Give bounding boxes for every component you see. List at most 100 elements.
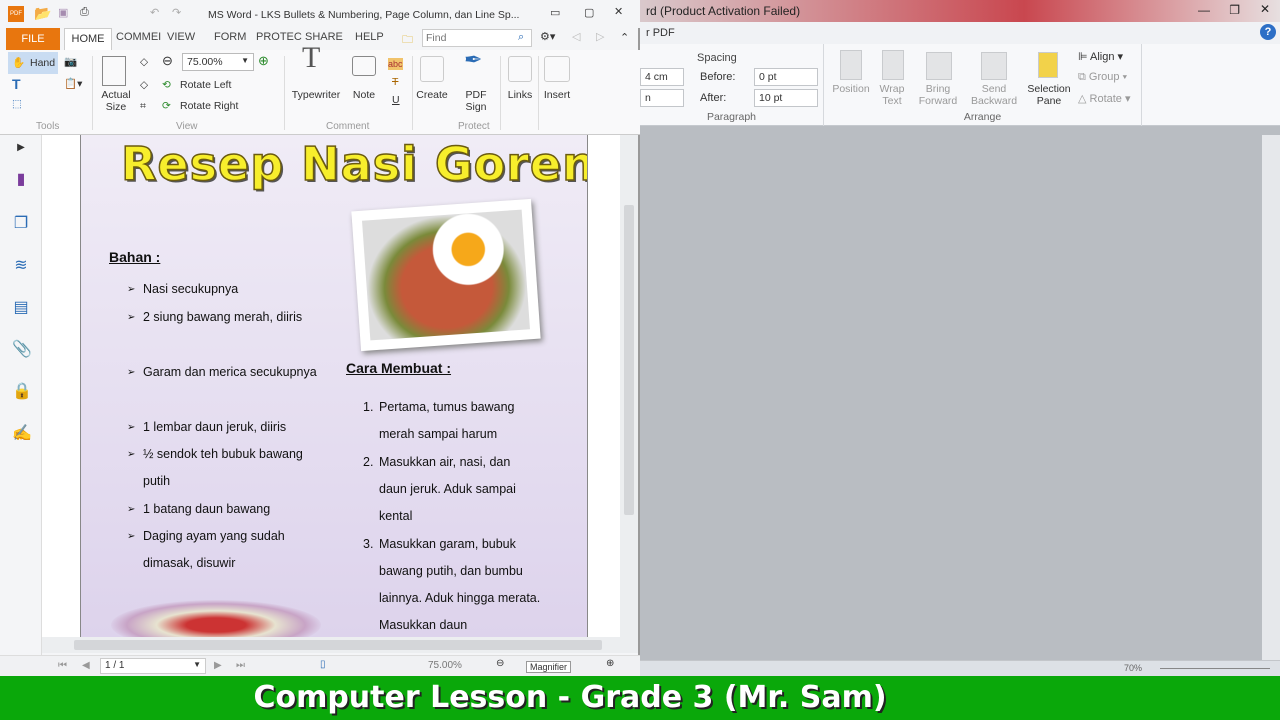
save-icon[interactable]: ▣ [58, 6, 68, 19]
zoom-in-icon[interactable]: ⊕ [258, 54, 269, 67]
find-folder-icon[interactable]: 🗀 [402, 31, 413, 50]
selection-pane-icon [1038, 52, 1058, 78]
word-vertical-scrollbar[interactable] [1262, 135, 1280, 660]
security-lock-icon[interactable]: 🔒 [12, 383, 32, 401]
tab-help[interactable]: HELP [355, 31, 384, 43]
signature-icon[interactable]: ✍ [12, 425, 32, 443]
open-icon[interactable]: 📂 [34, 5, 51, 22]
snapshot-icon[interactable]: 📷 [64, 56, 77, 68]
ingredients-photo [111, 600, 321, 637]
search-icon[interactable]: ⌕ [518, 31, 524, 44]
rotate-left-button[interactable]: Rotate Left [180, 79, 231, 91]
page-number: 1 / 1 [105, 660, 125, 671]
tab-view[interactable]: VIEW [167, 31, 195, 43]
pages-icon[interactable]: ❐ [12, 215, 30, 233]
page-number-input[interactable]: 1 / 1 ▼ [100, 658, 206, 674]
next-page-icon[interactable]: ▶ [214, 660, 222, 671]
close-button[interactable]: ✕ [614, 5, 623, 18]
note-button[interactable]: Note [350, 89, 378, 101]
last-page-icon[interactable]: ⏭ [236, 660, 245, 671]
tab-protect[interactable]: PROTEC [256, 31, 302, 43]
hand-label: Hand [30, 57, 56, 69]
undo-icon[interactable]: ↶ [150, 6, 159, 19]
ingredient-item: ➢ ½ sendok teh bubuk bawang putih [127, 447, 303, 488]
first-page-icon[interactable]: ⏮ [58, 660, 67, 671]
comments-icon[interactable]: ▤ [12, 299, 30, 317]
status-zoom-out-icon[interactable]: ⊖ [496, 658, 504, 669]
ingredient-item: ➢ 1 lembar daun jeruk, diiris [127, 420, 287, 434]
create-button[interactable]: Create [414, 89, 450, 101]
fit-visible-icon[interactable]: ⌗ [140, 100, 146, 112]
highlight-icon[interactable]: abc [388, 58, 403, 70]
bookmark-icon[interactable]: ▮ [12, 171, 30, 189]
spacing-after-input[interactable]: 10 pt [754, 89, 818, 107]
find-input[interactable] [422, 29, 532, 47]
h-scroll-thumb[interactable] [74, 640, 602, 650]
tab-home[interactable]: HOME [64, 28, 112, 50]
send-backward-button[interactable]: Send Backward [966, 83, 1022, 107]
wrap-text-button[interactable]: Wrap Text [872, 83, 912, 107]
restore-button[interactable]: ▢ [584, 6, 594, 19]
step-item: 2. Masukkan air, nasi, dan daun jeruk. Ad… [363, 455, 516, 523]
previous-page-icon[interactable]: ◀ [82, 660, 90, 671]
zoom-select[interactable]: 75.00% ▼ [182, 53, 254, 71]
horizontal-scrollbar[interactable] [42, 637, 638, 653]
rotate-right-button[interactable]: Rotate Right [180, 100, 238, 112]
vertical-scrollbar[interactable] [620, 135, 638, 637]
bring-forward-button[interactable]: Bring Forward [914, 83, 962, 107]
gear-icon[interactable]: ⚙▾ [540, 30, 555, 43]
previous-icon[interactable]: ◁ [572, 30, 580, 43]
select-annotation-icon[interactable]: ⬚ [12, 98, 22, 110]
hand-tool-button[interactable]: ✋ Hand [8, 52, 58, 74]
ingredient-item: ➢ Nasi secukupnya [127, 282, 239, 296]
note-icon [352, 56, 376, 76]
zoom-out-icon[interactable]: ⊖ [162, 54, 173, 67]
redo-icon[interactable]: ↷ [172, 6, 181, 19]
links-button[interactable]: Links [504, 89, 536, 101]
attachment-icon[interactable]: 📎 [12, 341, 32, 359]
word-zoom-slider[interactable] [1160, 668, 1270, 669]
paragraph-group-label: Paragraph [706, 111, 757, 123]
clipboard-icon[interactable]: 📋▾ [64, 78, 82, 90]
word-zoom-level: 70% [1124, 663, 1143, 673]
next-icon[interactable]: ▷ [596, 30, 604, 43]
select-text-icon[interactable]: T [12, 77, 21, 91]
typewriter-button[interactable]: Typewriter [290, 89, 342, 101]
layers-icon[interactable]: ≋ [12, 257, 30, 275]
group-button[interactable]: ⧉ Group ▾ [1078, 71, 1127, 84]
rotate-button[interactable]: △ Rotate ▾ [1078, 92, 1131, 105]
align-button[interactable]: ⊫ Align ▾ [1078, 50, 1123, 63]
print-icon[interactable]: ⎙ [80, 6, 89, 19]
expand-icon[interactable]: ▶ [12, 139, 30, 157]
lesson-banner: Computer Lesson - Grade 3 (Mr. Sam) [0, 676, 1280, 720]
ingredient-text: 1 lembar daun jeruk, diiris [143, 420, 287, 434]
word-menu: r PDF ? [640, 22, 1280, 44]
hand-icon: ✋ [12, 57, 26, 69]
tab-comment[interactable]: COMMEI [116, 31, 161, 43]
tab-file[interactable]: FILE [6, 28, 60, 50]
status-zoom-in-icon[interactable]: ⊕ [606, 658, 614, 669]
tab-form[interactable]: FORM [214, 31, 246, 43]
help-icon[interactable]: ? [1260, 24, 1276, 40]
scroll-thumb[interactable] [624, 205, 634, 515]
indent-right-input[interactable]: n [640, 89, 684, 107]
spacing-before-input[interactable]: 0 pt [754, 68, 818, 86]
menu-tab-pdf[interactable]: r PDF [646, 27, 675, 39]
single-page-icon[interactable]: ▯ [320, 659, 326, 670]
selection-pane-button[interactable]: Selection Pane [1024, 83, 1074, 107]
pdf-sign-button[interactable]: PDF Sign [458, 89, 494, 113]
position-button[interactable]: Position [828, 83, 874, 95]
minimize-button[interactable]: — [1198, 3, 1210, 17]
actual-size-icon [102, 56, 126, 86]
underline-icon[interactable]: U [392, 94, 400, 106]
close-button[interactable]: ✕ [1260, 2, 1270, 16]
insert-button[interactable]: Insert [540, 89, 574, 101]
indent-left-input[interactable]: 4 cm [640, 68, 684, 86]
fit-page-icon[interactable]: ◇ [140, 56, 148, 68]
minimize-button[interactable]: ▭ [550, 6, 560, 19]
strikeout-icon[interactable]: T [392, 76, 398, 88]
actual-size-button[interactable]: Actual Size [98, 89, 134, 113]
collapse-ribbon-icon[interactable]: ⌃ [620, 31, 629, 44]
fit-width-icon[interactable]: ◇ [140, 79, 148, 91]
restore-button[interactable]: ❐ [1229, 3, 1240, 17]
